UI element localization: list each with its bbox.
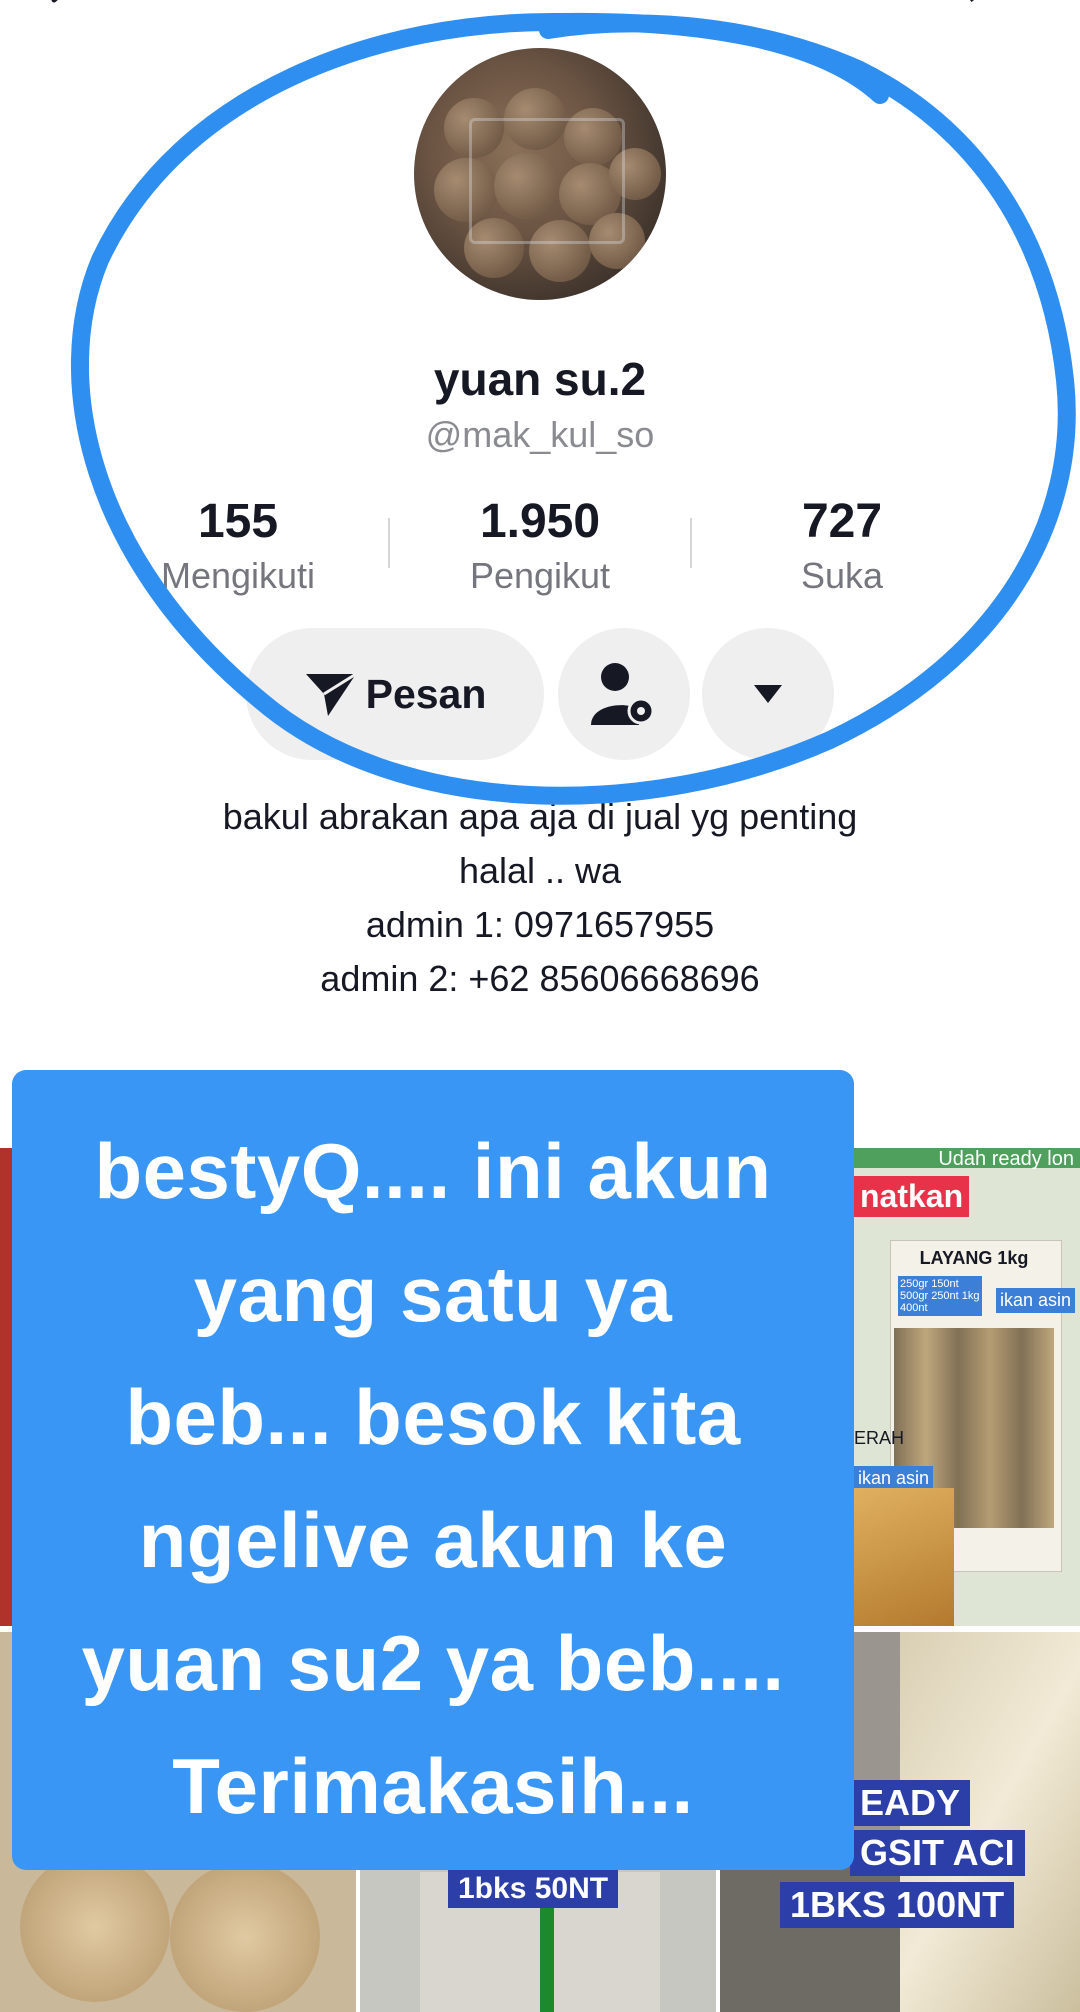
username-handle: @mak_kul_so bbox=[425, 414, 655, 455]
followers-label: Pengikut bbox=[469, 555, 611, 596]
stat-following[interactable]: 155 Mengikuti bbox=[88, 494, 388, 597]
overlay-line: ngelive akun ke bbox=[138, 1496, 728, 1584]
product-title: LAYANG 1kg bbox=[919, 1248, 1029, 1268]
overlay-line: beb... besok kita bbox=[125, 1373, 741, 1461]
user-settings-icon bbox=[591, 663, 655, 725]
product-tag: ikan asin bbox=[996, 1288, 1076, 1313]
bio: bakul abrakan apa aja di jual yg penting… bbox=[0, 790, 1080, 1006]
following-label: Mengikuti bbox=[160, 555, 316, 596]
product-prices: 250gr 150nt 500gr 250nt 1kg 400nt bbox=[898, 1276, 982, 1316]
send-icon bbox=[305, 672, 357, 716]
thumbnail-text: 1BKS 100NT bbox=[780, 1882, 1015, 1928]
overlay-line: yang satu ya bbox=[193, 1250, 673, 1338]
stat-followers[interactable]: 1.950 Pengikut bbox=[390, 494, 690, 597]
likes-count: 727 bbox=[801, 495, 883, 548]
side-label: ERAH bbox=[854, 1428, 905, 1448]
message-button[interactable]: Pesan bbox=[246, 628, 544, 760]
stat-likes[interactable]: 727 Suka bbox=[692, 494, 992, 597]
message-button-label: Pesan bbox=[365, 670, 487, 717]
thumbnail-text: EADY bbox=[850, 1780, 971, 1826]
overlay-line: bestyQ.... ini akun bbox=[94, 1127, 772, 1215]
share-icon[interactable] bbox=[968, 0, 1008, 16]
bio-line: halal .. wa bbox=[458, 850, 622, 891]
thumbnail-text: GSIT ACI bbox=[850, 1830, 1025, 1876]
video-thumbnail[interactable] bbox=[0, 1148, 12, 1626]
display-name: yuan su.2 bbox=[433, 353, 647, 405]
bio-line: admin 1: 0971657955 bbox=[365, 904, 715, 945]
overlay-text: bestyQ.... ini akun yang satu ya beb... … bbox=[20, 1110, 846, 1848]
friend-settings-button[interactable] bbox=[558, 628, 690, 760]
overlay-line: Terimakasih... bbox=[172, 1742, 694, 1830]
bio-line: admin 2: +62 85606668696 bbox=[320, 958, 760, 999]
more-options-button[interactable] bbox=[702, 628, 834, 760]
back-icon[interactable] bbox=[40, 0, 80, 16]
bio-line: bakul abrakan apa aja di jual yg penting bbox=[222, 796, 858, 837]
followers-count: 1.950 bbox=[479, 495, 601, 548]
likes-label: Suka bbox=[800, 555, 884, 596]
thumbnail-banner: Udah ready lon bbox=[854, 1148, 1080, 1170]
price-tag: 1bks 50NT bbox=[448, 1870, 619, 1908]
avatar[interactable] bbox=[414, 48, 666, 300]
following-count: 155 bbox=[197, 495, 279, 548]
chevron-down-icon bbox=[754, 685, 782, 703]
overlay-line: yuan su2 ya beb.... bbox=[81, 1619, 785, 1707]
notification-icon[interactable] bbox=[862, 0, 902, 16]
thumbnail-red-tag: natkan bbox=[854, 1176, 970, 1217]
video-thumbnail[interactable]: Udah ready lon natkan LAYANG 1kg 250gr 1… bbox=[854, 1148, 1080, 1626]
